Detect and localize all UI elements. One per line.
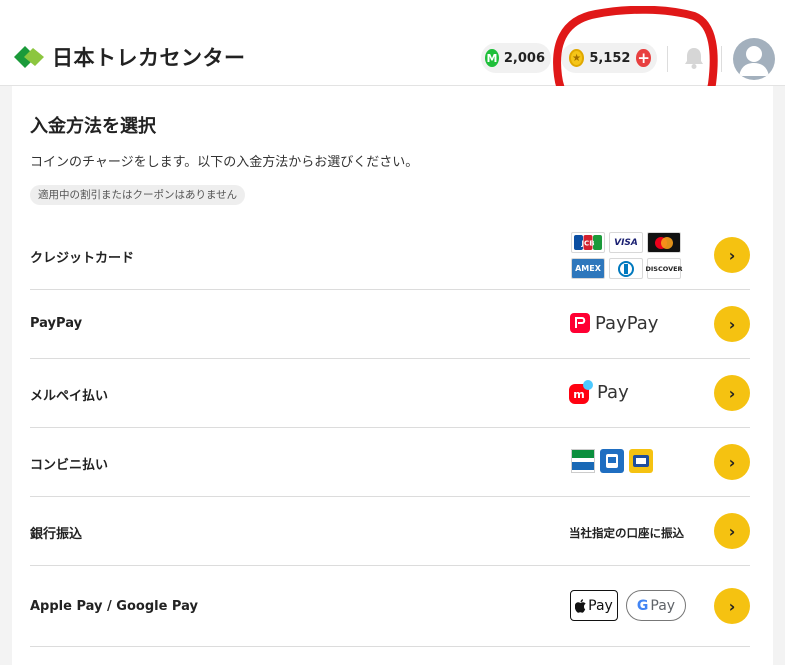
google-pay-logo: G Pay bbox=[626, 590, 686, 621]
page-title: 入金方法を選択 bbox=[30, 116, 156, 137]
select-convenience-store-button[interactable]: › bbox=[714, 444, 750, 480]
paypay-wordmark: PayPay bbox=[595, 312, 659, 334]
m-point-balance[interactable]: M 2,006 bbox=[481, 43, 551, 73]
select-merpay-button[interactable]: › bbox=[714, 375, 750, 411]
method-row-bank-transfer[interactable]: 銀行振込 当社指定の口座に振込 › bbox=[30, 497, 750, 566]
header-divider bbox=[721, 46, 722, 72]
visa-icon: VISA bbox=[609, 232, 643, 253]
jcb-text: JCB bbox=[580, 240, 594, 248]
select-apple-google-pay-button[interactable]: › bbox=[714, 588, 750, 624]
method-label: Apple Pay / Google Pay bbox=[30, 599, 198, 614]
avatar-icon[interactable] bbox=[733, 38, 775, 80]
apple-pay-text: Pay bbox=[588, 597, 613, 614]
method-label: 銀行振込 bbox=[30, 527, 83, 542]
method-label: メルペイ払い bbox=[30, 389, 109, 404]
merpay-icon: m bbox=[569, 380, 593, 404]
paypay-logo: PayPay bbox=[569, 312, 658, 334]
google-pay-text: Pay bbox=[650, 597, 676, 614]
merpay-logo: m Pay bbox=[569, 380, 629, 404]
m-point-icon: M bbox=[485, 49, 499, 67]
apple-pay-logo: Pay bbox=[570, 590, 618, 621]
select-credit-card-button[interactable]: › bbox=[714, 237, 750, 273]
lawson-icon bbox=[600, 449, 624, 473]
page-description: コインのチャージをします。以下の入金方法からお選びください。 bbox=[30, 155, 419, 170]
select-bank-transfer-button[interactable]: › bbox=[714, 513, 750, 549]
brand-name: 日本トレカセンター bbox=[52, 46, 246, 70]
ministop-icon bbox=[629, 449, 653, 473]
method-label: PayPay bbox=[30, 316, 83, 331]
diners-icon bbox=[609, 258, 643, 279]
logo-icon bbox=[12, 42, 46, 72]
method-row-merpay[interactable]: メルペイ払い m Pay › bbox=[30, 359, 750, 428]
select-paypay-button[interactable]: › bbox=[714, 306, 750, 342]
amex-icon: AMEX bbox=[571, 258, 605, 279]
bank-transfer-note: 当社指定の口座に振込 bbox=[569, 526, 684, 540]
site-logo[interactable]: 日本トレカセンター bbox=[12, 42, 246, 72]
discover-icon: DISCOVER bbox=[645, 258, 683, 279]
apple-icon bbox=[575, 598, 586, 613]
mastercard-icon bbox=[647, 232, 681, 253]
familymart-icon bbox=[571, 449, 595, 473]
method-label: コンビニ払い bbox=[30, 458, 109, 473]
method-row-credit-card[interactable]: クレジットカード JCB VISA AMEX DISCOVER › bbox=[30, 220, 750, 290]
method-row-apple-google-pay[interactable]: Apple Pay / Google Pay Pay G Pay › bbox=[30, 566, 750, 647]
m-point-value: 2,006 bbox=[503, 50, 545, 66]
method-row-paypay[interactable]: PayPay PayPay › bbox=[30, 290, 750, 359]
google-g-icon: G bbox=[636, 597, 649, 614]
method-row-convenience-store[interactable]: コンビニ払い › bbox=[30, 428, 750, 497]
method-label: クレジットカード bbox=[30, 251, 135, 266]
merpay-wordmark: Pay bbox=[597, 381, 629, 403]
jcb-icon: JCB bbox=[571, 232, 605, 253]
coupon-notice-badge: 適用中の割引またはクーポンはありません bbox=[30, 185, 246, 205]
paypay-icon bbox=[570, 313, 590, 333]
